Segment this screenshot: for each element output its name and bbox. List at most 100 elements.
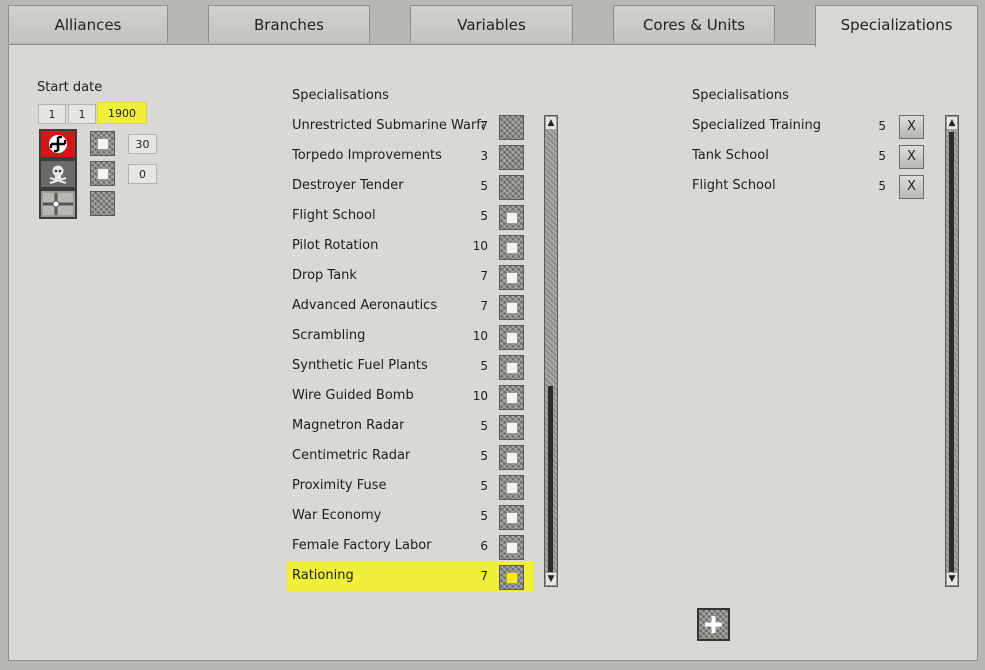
specialisation-select-toggle[interactable]: [499, 295, 524, 320]
specialisation-select-toggle[interactable]: [499, 565, 524, 590]
specialisation-name: Drop Tank: [292, 268, 357, 283]
specialisation-select-toggle[interactable]: [499, 445, 524, 470]
specialisation-select-toggle[interactable]: [499, 325, 524, 350]
checkbox-icon: [506, 332, 518, 344]
specialisation-name: Advanced Aeronautics: [292, 298, 438, 313]
start-year-field[interactable]: 1900: [97, 102, 147, 124]
start-date-label: Start date: [37, 80, 103, 95]
skull-flag-icon[interactable]: [39, 159, 77, 189]
selected-specialisation-cost: 5: [878, 149, 886, 163]
specialisation-select-toggle[interactable]: [499, 535, 524, 560]
specialisation-cost: 5: [480, 359, 488, 373]
germany-flag-icon[interactable]: [39, 129, 77, 159]
scrollbar-thumb[interactable]: [949, 132, 954, 572]
specialisation-name: Flight School: [292, 208, 376, 223]
specialisation-cost: 6: [480, 539, 488, 553]
specialisation-select-toggle[interactable]: [499, 115, 524, 140]
checkbox-icon: [506, 452, 518, 464]
checkbox-icon: [97, 168, 109, 180]
specialisation-name: Magnetron Radar: [292, 418, 405, 433]
specialisation-name: Unrestricted Submarine Warfare: [292, 118, 484, 133]
checkbox-icon: [506, 422, 518, 434]
flag-1-value-field[interactable]: 30: [128, 134, 157, 154]
checkbox-icon: [506, 512, 518, 524]
checkbox-icon: [506, 572, 518, 584]
specialisation-cost: 5: [480, 179, 488, 193]
checkbox-icon: [506, 482, 518, 494]
naval-ensign-icon[interactable]: [39, 189, 77, 219]
specialisation-name: Synthetic Fuel Plants: [292, 358, 428, 373]
tab-branches[interactable]: Branches: [208, 5, 370, 43]
scroll-down-icon[interactable]: ▼: [546, 573, 556, 585]
selected-list-scrollbar[interactable]: ▲ ▼: [945, 115, 959, 587]
scrollbar-thumb[interactable]: [548, 386, 553, 572]
tab-variables[interactable]: Variables: [410, 5, 573, 43]
specialisation-name: Proximity Fuse: [292, 478, 387, 493]
specialisation-cost: 10: [472, 389, 488, 403]
selected-specialisation-cost: 5: [878, 179, 886, 193]
flag-3-toggle[interactable]: [90, 191, 115, 216]
specialisation-cost: 5: [480, 419, 488, 433]
scroll-up-icon[interactable]: ▲: [546, 117, 556, 129]
available-specialisations-header: Specialisations: [292, 88, 389, 103]
specialisation-select-toggle[interactable]: [499, 145, 524, 170]
plus-icon: [705, 616, 722, 633]
specialisation-select-toggle[interactable]: [499, 475, 524, 500]
specialisation-select-toggle[interactable]: [499, 265, 524, 290]
specialisation-name: Torpedo Improvements: [292, 148, 442, 163]
checkbox-icon: [506, 362, 518, 374]
specialisation-cost: 10: [472, 239, 488, 253]
selected-specialisation-name: Flight School: [692, 178, 776, 193]
specialisation-select-toggle[interactable]: [499, 355, 524, 380]
checkbox-icon: [506, 542, 518, 554]
specialisation-name: Scrambling: [292, 328, 366, 343]
specialisation-cost: 7: [480, 269, 488, 283]
add-specialisation-button[interactable]: [697, 608, 730, 641]
checkbox-icon: [506, 242, 518, 254]
specialisation-select-toggle[interactable]: [499, 505, 524, 530]
flag-1-toggle[interactable]: [90, 131, 115, 156]
selected-specialisations-header: Specialisations: [692, 88, 789, 103]
scroll-down-icon[interactable]: ▼: [947, 573, 957, 585]
specialisation-cost: 7: [480, 119, 488, 133]
checkbox-icon: [506, 272, 518, 284]
specialisation-cost: 7: [480, 569, 488, 583]
specialisation-select-toggle[interactable]: [499, 415, 524, 440]
tab-specializations[interactable]: Specializations: [815, 5, 978, 47]
remove-specialisation-button[interactable]: X: [899, 175, 924, 199]
tab-cores-units[interactable]: Cores & Units: [613, 5, 775, 43]
flag-2-toggle[interactable]: [90, 161, 115, 186]
checkbox-icon: [506, 212, 518, 224]
remove-specialisation-button[interactable]: X: [899, 145, 924, 169]
specialisation-name: Destroyer Tender: [292, 178, 404, 193]
specialisation-cost: 5: [480, 479, 488, 493]
specialisation-cost: 5: [480, 209, 488, 223]
specialisation-cost: 3: [480, 149, 488, 163]
specialisation-select-toggle[interactable]: [499, 235, 524, 260]
specialisation-select-toggle[interactable]: [499, 385, 524, 410]
specialisation-cost: 5: [480, 509, 488, 523]
specialisation-name: War Economy: [292, 508, 382, 523]
specialisation-select-toggle[interactable]: [499, 205, 524, 230]
checkbox-icon: [97, 138, 109, 150]
remove-specialisation-button[interactable]: X: [899, 115, 924, 139]
selected-specialisation-cost: 5: [878, 119, 886, 133]
specialisation-cost: 5: [480, 449, 488, 463]
selected-specialisation-name: Specialized Training: [692, 118, 821, 133]
specialisation-name: Wire Guided Bomb: [292, 388, 414, 403]
selected-specialisation-name: Tank School: [692, 148, 769, 163]
scroll-up-icon[interactable]: ▲: [947, 117, 957, 129]
specialisation-name: Pilot Rotation: [292, 238, 379, 253]
specialisation-name: Female Factory Labor: [292, 538, 432, 553]
specialisation-select-toggle[interactable]: [499, 175, 524, 200]
flag-2-value-field[interactable]: 0: [128, 164, 157, 184]
specialisation-name: Rationing: [292, 568, 354, 583]
checkbox-icon: [506, 392, 518, 404]
tab-alliances[interactable]: Alliances: [8, 5, 168, 43]
start-month-field[interactable]: 1: [68, 104, 96, 124]
specialisation-cost: 10: [472, 329, 488, 343]
specialisation-cost: 7: [480, 299, 488, 313]
checkbox-icon: [506, 302, 518, 314]
available-list-scrollbar[interactable]: ▲ ▼: [544, 115, 558, 587]
start-day-field[interactable]: 1: [38, 104, 66, 124]
